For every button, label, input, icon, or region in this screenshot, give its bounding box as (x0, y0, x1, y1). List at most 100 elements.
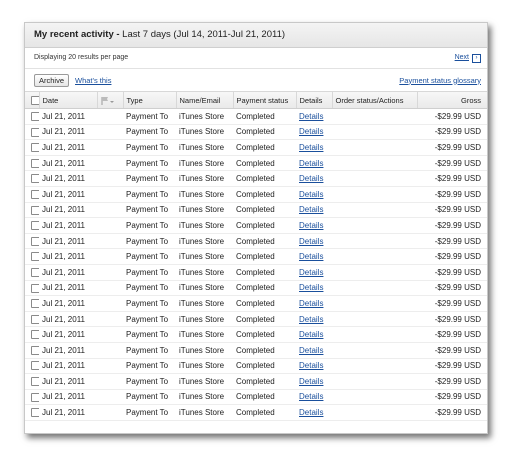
row-details-link[interactable]: Details (299, 112, 323, 121)
row-name-email: iTunes Store (179, 189, 225, 199)
row-type: Payment To (126, 345, 169, 355)
row-select-cell[interactable] (25, 155, 39, 171)
row-checkbox[interactable] (31, 267, 39, 277)
table-row: Jul 21, 2011 Payment To iTunes Store Comple… (25, 124, 487, 140)
row-details-link[interactable]: Details (299, 221, 323, 230)
row-name-email: iTunes Store (179, 236, 225, 246)
row-select-cell[interactable] (25, 311, 39, 327)
row-gross: -$29.99 USD (434, 298, 481, 308)
row-details-link[interactable]: Details (299, 174, 323, 183)
row-checkbox[interactable] (31, 330, 39, 340)
row-select-cell[interactable] (25, 280, 39, 296)
row-gross: -$29.99 USD (434, 158, 481, 168)
row-select-cell[interactable] (25, 186, 39, 202)
row-checkbox[interactable] (31, 127, 39, 137)
whats-this-link[interactable]: What's this (75, 76, 111, 85)
column-header-type[interactable]: Type (123, 91, 177, 109)
row-gross: -$29.99 USD (434, 174, 481, 184)
row-details-link[interactable]: Details (299, 299, 323, 308)
row-select-cell[interactable] (25, 109, 39, 125)
row-details-cell: Details (296, 233, 332, 249)
column-header-payment-status[interactable]: Payment status (233, 91, 297, 109)
row-details-link[interactable]: Details (299, 346, 323, 355)
row-checkbox[interactable] (31, 236, 39, 246)
row-select-cell[interactable] (25, 358, 39, 374)
row-details-link[interactable]: Details (299, 408, 323, 417)
row-checkbox[interactable] (31, 143, 39, 153)
row-type: Payment To (126, 361, 169, 371)
row-select-cell[interactable] (25, 218, 39, 234)
row-type: Payment To (126, 158, 169, 168)
row-select-cell[interactable] (25, 342, 39, 358)
row-select-cell[interactable] (25, 264, 39, 280)
select-all-header[interactable] (25, 91, 40, 109)
select-all-checkbox[interactable] (31, 95, 38, 105)
archive-button[interactable]: Archive (34, 73, 70, 87)
row-details-link[interactable]: Details (299, 283, 323, 292)
row-details-link[interactable]: Details (299, 268, 323, 277)
row-checkbox[interactable] (31, 221, 39, 231)
row-checkbox[interactable] (31, 361, 39, 371)
row-checkbox[interactable] (31, 189, 39, 199)
next-label[interactable]: Next (455, 48, 469, 68)
row-checkbox[interactable] (31, 158, 39, 168)
row-details-link[interactable]: Details (299, 377, 323, 386)
row-checkbox[interactable] (31, 345, 39, 355)
row-select-cell[interactable] (25, 233, 39, 249)
row-date: Jul 21, 2011 (42, 189, 85, 199)
row-details-link[interactable]: Details (299, 205, 323, 214)
column-header-gross[interactable]: Gross (417, 91, 487, 109)
table-row: Jul 21, 2011 Payment To iTunes Store Comple… (25, 186, 487, 203)
row-details-link[interactable]: Details (299, 237, 323, 246)
row-checkbox[interactable] (31, 392, 39, 402)
row-select-cell[interactable] (25, 202, 39, 218)
row-checkbox[interactable] (31, 174, 39, 184)
next-arrow-icon[interactable]: › (472, 53, 481, 63)
next-page-link[interactable]: Next › (455, 48, 481, 68)
row-details-link[interactable]: Details (299, 330, 323, 339)
row-type: Payment To (126, 189, 169, 199)
row-details-cell: Details (296, 171, 332, 187)
column-header-flag[interactable] (97, 91, 124, 109)
row-checkbox[interactable] (31, 252, 39, 262)
row-name-email: iTunes Store (179, 205, 225, 215)
row-select-cell[interactable] (25, 327, 39, 343)
row-details-link[interactable]: Details (299, 190, 323, 199)
row-select-cell[interactable] (25, 405, 39, 421)
row-checkbox[interactable] (31, 283, 39, 293)
row-details-link[interactable]: Details (299, 127, 323, 136)
row-details-link[interactable]: Details (299, 159, 323, 168)
row-checkbox[interactable] (31, 314, 39, 324)
column-header-details[interactable]: Details (296, 91, 333, 109)
row-date: Jul 21, 2011 (42, 158, 85, 168)
table-row: Jul 21, 2011 Payment To iTunes Store Comple… (25, 327, 487, 343)
row-order-status (332, 140, 417, 156)
row-checkbox[interactable] (31, 205, 39, 215)
row-select-cell[interactable] (25, 171, 39, 187)
row-gross: -$29.99 USD (434, 376, 481, 386)
column-header-name-email[interactable]: Name/Email (176, 91, 234, 109)
flag-icon[interactable] (101, 96, 115, 105)
row-payment-status: Completed (236, 408, 275, 418)
row-select-cell[interactable] (25, 389, 39, 405)
row-payment-status: Completed (236, 314, 275, 324)
row-details-link[interactable]: Details (299, 315, 323, 324)
row-details-link[interactable]: Details (299, 143, 323, 152)
row-name-email: iTunes Store (179, 127, 225, 137)
row-select-cell[interactable] (25, 374, 39, 390)
column-header-order-status[interactable]: Order status/Actions (332, 91, 418, 109)
row-checkbox[interactable] (31, 377, 39, 387)
row-select-cell[interactable] (25, 140, 39, 156)
column-header-date[interactable]: Date (39, 91, 98, 109)
row-select-cell[interactable] (25, 249, 39, 265)
row-order-status (332, 155, 417, 171)
payment-status-glossary-link[interactable]: Payment status glossary (399, 76, 481, 85)
row-details-link[interactable]: Details (299, 392, 323, 401)
row-details-link[interactable]: Details (299, 252, 323, 261)
row-details-link[interactable]: Details (299, 361, 323, 370)
row-select-cell[interactable] (25, 296, 39, 312)
row-checkbox[interactable] (31, 111, 39, 121)
row-select-cell[interactable] (25, 124, 39, 140)
row-checkbox[interactable] (31, 299, 39, 309)
row-checkbox[interactable] (31, 408, 39, 418)
